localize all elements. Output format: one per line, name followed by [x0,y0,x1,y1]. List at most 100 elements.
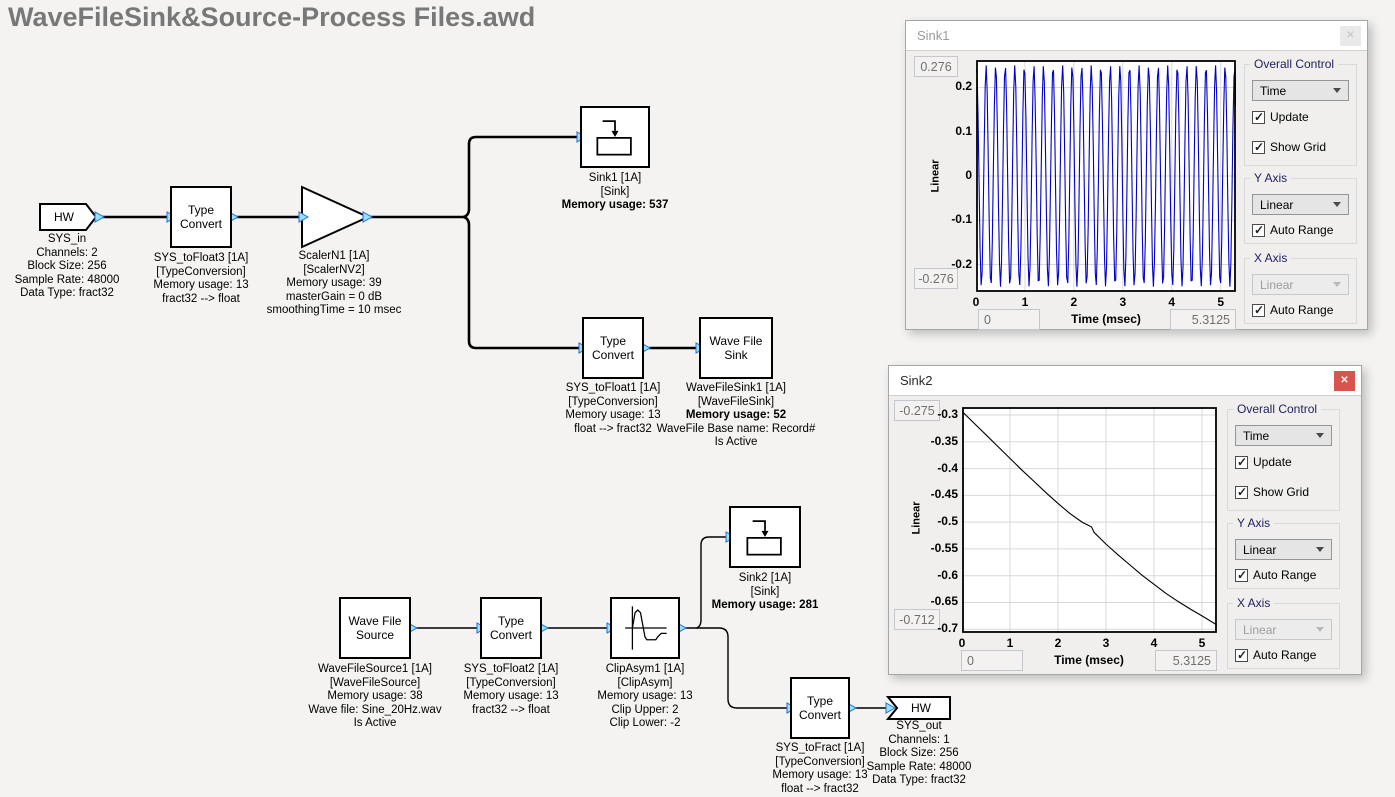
y-scale-dropdown[interactable]: Linear [1252,194,1349,215]
caption-line: Sink2 [1A] [690,572,840,586]
overall-control-group: Overall Control Time Update Show Grid [1244,64,1357,166]
tick-label: -0.1 [930,212,972,226]
x-axis-group: X Axis Linear Auto Range [1227,603,1340,669]
close-icon[interactable] [1340,26,1361,46]
type-convert-block[interactable]: Type Convert [582,317,644,379]
close-icon[interactable] [1334,371,1355,391]
dropdown-value: Linear [1260,278,1293,292]
tick-label: -0.55 [916,541,958,555]
wire[interactable] [464,217,579,348]
hw-input-label: HW [40,210,88,224]
plot-canvas [962,407,1217,633]
y-auto-range-checkbox[interactable]: Auto Range [1235,568,1332,582]
checkbox-icon[interactable] [1252,141,1265,154]
tick-label: 2 [1043,636,1073,650]
caption-line: Sample Rate: 48000 [0,274,142,288]
wave-file-source-block[interactable]: Wave File Source [339,597,411,659]
checkbox-label: Show Grid [1253,485,1309,499]
tick-label: 4 [1139,636,1169,650]
tick-label: 2 [1059,295,1089,309]
checkbox-label: Update [1270,110,1309,124]
x-scale-dropdown[interactable]: Linear [1252,274,1349,295]
caption-line: [WaveFileSink] [646,396,826,410]
block-caption: SYS_inChannels: 2Block Size: 256Sample R… [0,233,142,301]
wave-file-sink-block[interactable]: Wave File Sink [699,317,773,379]
caption-line: ClipAsym1 [1A] [570,663,720,677]
block-caption: SYS_outChannels: 1Block Size: 256Sample … [844,720,994,788]
tick-label: -0.5 [916,514,958,528]
x-auto-range-checkbox[interactable]: Auto Range [1235,648,1332,662]
show-grid-checkbox[interactable]: Show Grid [1252,140,1349,154]
y-min-readout[interactable]: -0.276 [914,268,958,289]
pin-icon[interactable] [299,212,308,222]
caption-line: [ScalerNV2] [244,264,424,278]
tick-label: 5 [1187,636,1217,650]
x-end-readout[interactable]: 5.3125 [1170,309,1236,330]
x-start-readout[interactable]: 0 [978,309,1040,330]
pin-icon[interactable] [363,212,372,222]
caption-line: Memory usage: 13 [570,690,720,704]
sink1-titlebar[interactable]: Sink1 [906,21,1367,51]
x-axis-label: Time (msec) [1024,653,1154,667]
tick-label: 4 [1157,295,1187,309]
type-convert-block[interactable]: Type Convert [480,597,542,659]
control-panel: Overall Control Time Update Show Grid [1227,409,1340,669]
update-checkbox[interactable]: Update [1235,455,1332,469]
type-convert-block[interactable]: Type Convert [170,186,232,248]
checkbox-icon[interactable] [1235,486,1248,499]
y-axis-group: Y Axis Linear Auto Range [1227,523,1340,589]
show-grid-checkbox[interactable]: Show Grid [1235,485,1332,499]
caption-line: Data Type: fract32 [0,287,142,301]
checkbox-icon[interactable] [1252,304,1265,317]
checkbox-icon[interactable] [1235,649,1248,662]
type-convert-block[interactable]: Type Convert [790,677,850,739]
sink1-plot[interactable] [976,60,1236,292]
group-label: X Axis [1250,251,1291,265]
tick-label: -0.4 [916,461,958,475]
caption-line: smoothingTime = 10 msec [244,304,424,318]
sink2-block[interactable] [729,506,801,568]
x-auto-range-checkbox[interactable]: Auto Range [1252,303,1349,317]
chevron-down-icon [1333,88,1341,93]
domain-dropdown[interactable]: Time [1252,80,1349,101]
y-max-readout[interactable]: 0.276 [914,56,958,77]
pin-icon[interactable] [95,212,104,222]
tick-label: 0.2 [930,79,972,93]
checkbox-icon[interactable] [1235,569,1248,582]
x-scale-dropdown[interactable]: Linear [1235,619,1332,640]
y-scale-dropdown[interactable]: Linear [1235,539,1332,560]
tick-label: -0.6 [916,568,958,582]
group-label: Y Axis [1250,171,1291,185]
block-label: Type Convert [172,203,230,231]
x-end-readout[interactable]: 5.3125 [1155,650,1217,671]
checkbox-icon[interactable] [1252,111,1265,124]
pin-icon[interactable] [886,703,895,713]
plot-canvas [976,60,1236,292]
x-start-readout[interactable]: 0 [961,650,1023,671]
checkbox-icon[interactable] [1252,224,1265,237]
tick-label: -0.35 [916,434,958,448]
group-label: Overall Control [1250,57,1338,71]
x-axis-label: Time (msec) [1041,312,1171,326]
scaler-block[interactable] [302,187,368,247]
sink1-block[interactable] [580,106,650,168]
window-title: Sink1 [917,28,950,43]
caption-line: Is Active [285,717,465,731]
domain-dropdown[interactable]: Time [1235,425,1332,446]
tick-label: 1 [995,636,1025,650]
sink1-window[interactable]: Sink1 0.276 Linear -0.276 0 Time (msec) … [905,20,1368,330]
caption-line: SYS_out [844,720,994,734]
caption-line: SYS_toFloat2 [1A] [436,663,586,677]
tick-label: -0.2 [930,257,972,271]
sink1-content: 0.276 Linear -0.276 0 Time (msec) 5.3125… [906,52,1367,329]
y-auto-range-checkbox[interactable]: Auto Range [1252,223,1349,237]
update-checkbox[interactable]: Update [1252,110,1349,124]
dropdown-value: Linear [1243,543,1276,557]
block-caption: SYS_toFloat2 [1A][TypeConversion]Memory … [436,663,586,717]
sink2-window[interactable]: Sink2 -0.275 Linear -0.712 0 Time (msec)… [888,365,1362,675]
dropdown-value: Time [1243,429,1269,443]
sink2-plot[interactable] [962,407,1217,633]
clip-asym-block[interactable] [610,597,680,659]
checkbox-icon[interactable] [1235,456,1248,469]
sink2-titlebar[interactable]: Sink2 [889,366,1361,396]
